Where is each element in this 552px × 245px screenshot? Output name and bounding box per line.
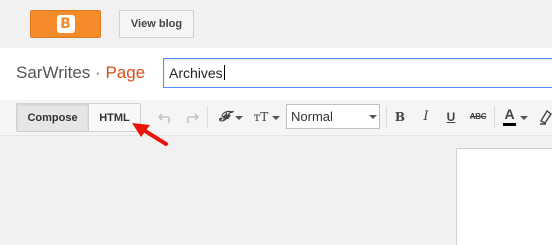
format-dropdown-caret[interactable] (369, 115, 377, 119)
text-color-swatch (503, 123, 516, 126)
blog-breadcrumb: SarWrites · Page (16, 63, 145, 83)
font-size-dropdown-caret[interactable] (272, 116, 280, 120)
redo-icon[interactable] (183, 109, 200, 125)
blogger-icon: B (56, 15, 75, 33)
text-color-dropdown-caret[interactable] (520, 116, 528, 120)
bold-button[interactable]: B (394, 109, 406, 125)
toolbar-divider (494, 106, 495, 128)
page-title-input[interactable]: Archives (163, 58, 552, 88)
font-icon[interactable]: 𝓕 (216, 109, 232, 125)
page-title-value: Archives (169, 65, 223, 81)
breadcrumb-separator: · (95, 63, 101, 82)
text-cursor (223, 65, 225, 80)
compose-mode-button[interactable]: Compose (16, 103, 89, 132)
highlighter-icon[interactable] (538, 109, 552, 125)
italic-button[interactable]: I (420, 109, 432, 125)
paragraph-format-select[interactable]: Normal (286, 104, 380, 129)
font-dropdown-caret[interactable] (235, 116, 243, 120)
editor-canvas[interactable] (456, 148, 552, 245)
red-arrow-icon (132, 123, 168, 146)
format-value: Normal (291, 109, 333, 124)
strikethrough-button[interactable]: ABC (468, 109, 488, 125)
blog-name[interactable]: SarWrites (16, 63, 90, 82)
view-blog-button[interactable]: View blog (119, 10, 194, 38)
text-color-button[interactable]: A (503, 106, 516, 122)
font-size-icon[interactable]: тT (251, 109, 271, 125)
toolbar-divider (386, 106, 387, 128)
blogger-logo-button[interactable]: B (30, 10, 101, 38)
section-label: Page (105, 63, 146, 82)
underline-button[interactable]: U (445, 109, 457, 125)
toolbar-divider (207, 106, 208, 128)
